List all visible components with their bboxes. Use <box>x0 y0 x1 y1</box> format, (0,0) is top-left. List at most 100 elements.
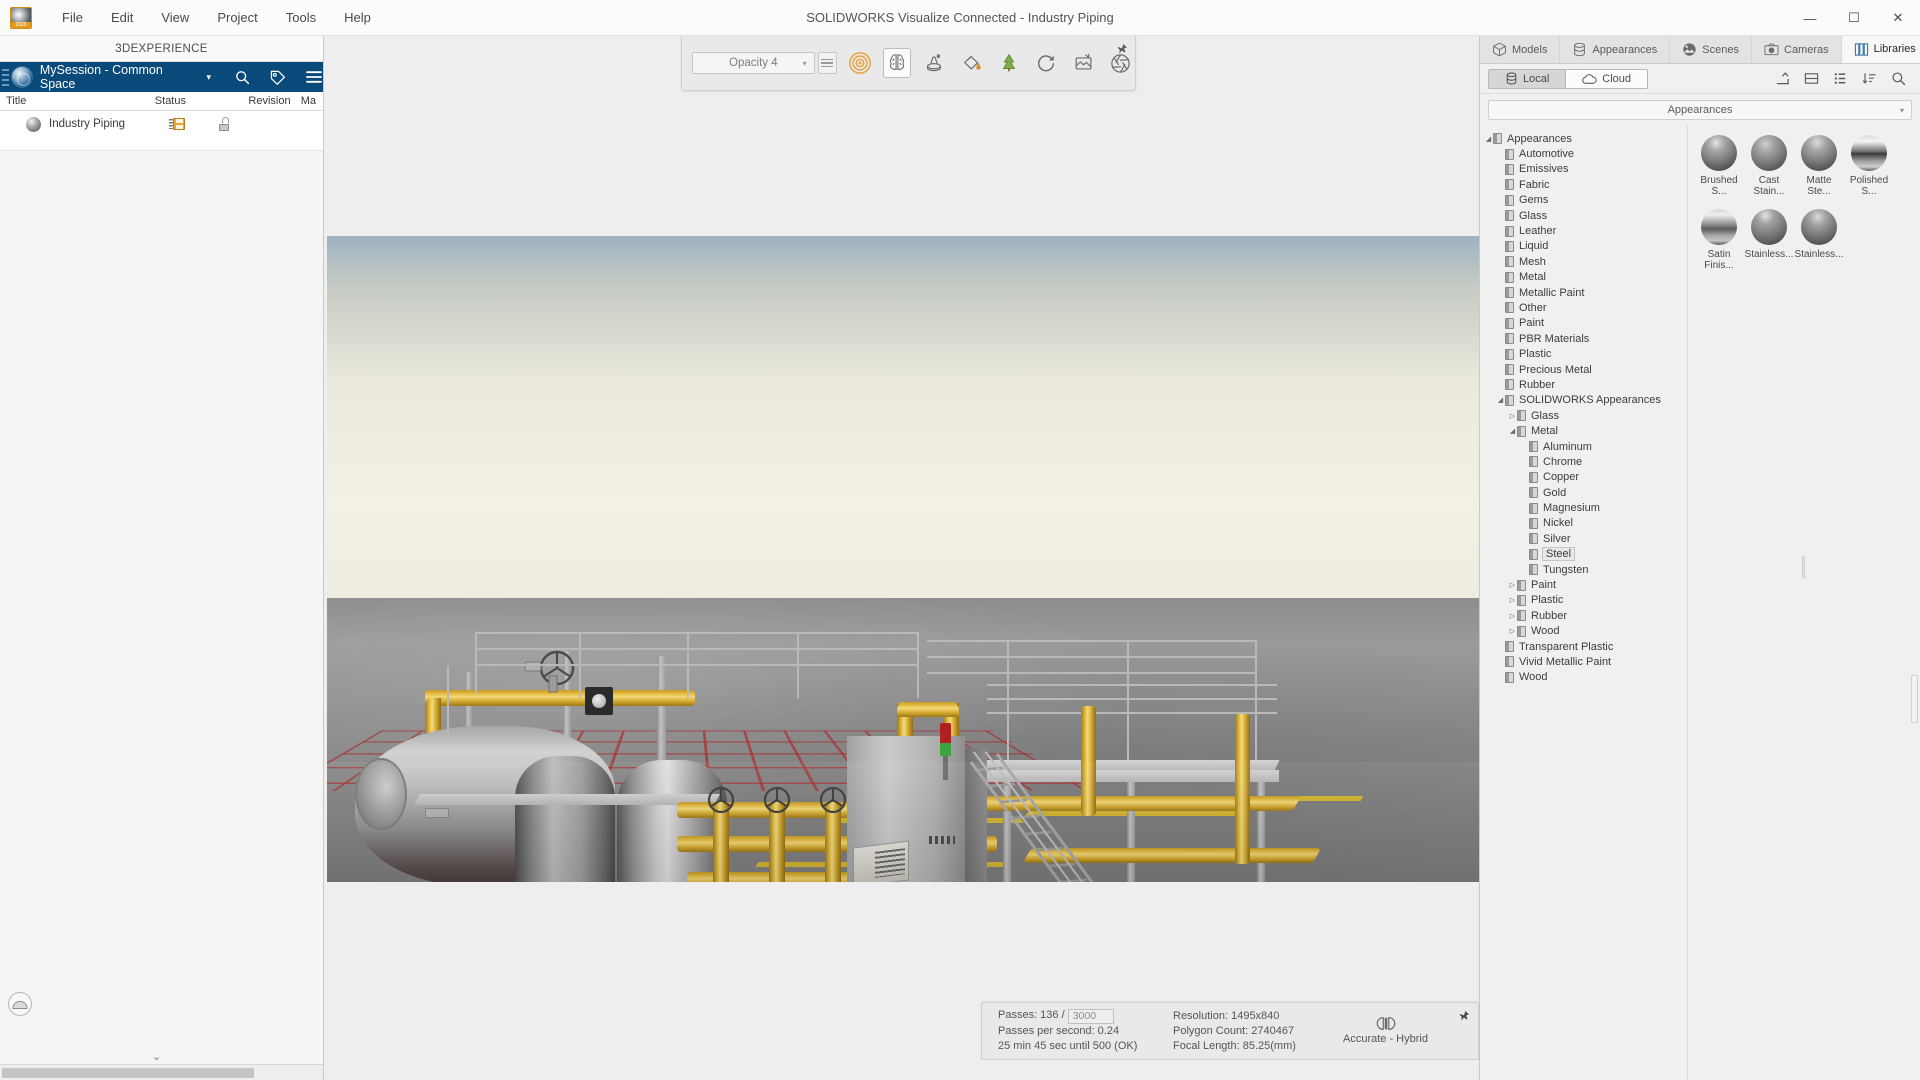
menu-edit[interactable]: Edit <box>97 4 147 31</box>
split-view-icon[interactable] <box>1804 71 1819 86</box>
chevron-down-icon[interactable]: ◢ <box>1496 396 1505 404</box>
material-thumbnail[interactable]: Satin Finis... <box>1694 209 1744 271</box>
material-thumbnail[interactable]: Cast Stain... <box>1744 135 1794 197</box>
chevron-right-icon[interactable]: ▷ <box>1508 581 1517 589</box>
tree-node-plastic[interactable]: Plastic <box>1480 346 1687 361</box>
tree-node-tungsten[interactable]: Tungsten <box>1480 562 1687 577</box>
render-viewport[interactable] <box>327 236 1479 882</box>
chevron-right-icon[interactable]: ▷ <box>1508 612 1517 620</box>
tree-node-plastic[interactable]: ▷ Plastic <box>1480 593 1687 608</box>
menu-help[interactable]: Help <box>330 4 385 31</box>
pin-icon[interactable] <box>1115 42 1129 56</box>
tree-node-leather[interactable]: Leather <box>1480 223 1687 238</box>
tree-node-rubber[interactable]: Rubber <box>1480 377 1687 392</box>
paint-bucket-icon[interactable] <box>958 48 986 78</box>
minimize-button[interactable]: — <box>1788 0 1832 36</box>
material-thumbnail[interactable]: Brushed S... <box>1694 135 1744 197</box>
tree-node-paint[interactable]: Paint <box>1480 316 1687 331</box>
panel-splitter-handle[interactable] <box>1802 556 1805 578</box>
maximize-button[interactable]: ☐ <box>1832 0 1876 36</box>
left-horizontal-scrollbar[interactable] <box>0 1064 323 1080</box>
opacity-dropdown[interactable]: Opacity 4 ▾ <box>692 52 815 74</box>
passes-total-input[interactable]: 3000 <box>1067 1009 1114 1024</box>
rotate-icon[interactable] <box>1032 48 1060 78</box>
column-maturity[interactable]: Ma <box>295 95 323 107</box>
search-icon[interactable] <box>1891 71 1906 86</box>
tree-node-nickel[interactable]: Nickel <box>1480 516 1687 531</box>
tree-node-metallic-paint[interactable]: Metallic Paint <box>1480 285 1687 300</box>
tree-node-emissives[interactable]: Emissives <box>1480 162 1687 177</box>
tab-models[interactable]: Models <box>1480 36 1561 63</box>
tree-node-wood[interactable]: Wood <box>1480 670 1687 685</box>
source-local-button[interactable]: Local <box>1489 69 1566 88</box>
tree-node-precious-metal[interactable]: Precious Metal <box>1480 362 1687 377</box>
chevron-right-icon[interactable]: ▷ <box>1508 627 1517 635</box>
menu-file[interactable]: File <box>48 4 97 31</box>
column-status[interactable]: Status <box>149 95 205 107</box>
table-row[interactable]: Industry Piping <box>0 111 323 137</box>
tag-icon[interactable] <box>269 68 287 86</box>
menu-view[interactable]: View <box>147 4 203 31</box>
list-view-icon[interactable] <box>817 52 837 74</box>
tree-node-paint[interactable]: ▷ Paint <box>1480 577 1687 592</box>
tree-node-liquid[interactable]: Liquid <box>1480 239 1687 254</box>
brain-icon[interactable] <box>882 48 912 78</box>
appearance-tree[interactable]: ◢ Appearances Automotive Emissives Fabric Gem… <box>1480 125 1688 1080</box>
tree-node-magnesium[interactable]: Magnesium <box>1480 500 1687 515</box>
tab-scenes[interactable]: Scenes <box>1670 36 1752 63</box>
tree-node-glass[interactable]: ▷ Glass <box>1480 408 1687 423</box>
camera-badge-icon[interactable] <box>8 992 32 1016</box>
target-rings-icon[interactable] <box>846 48 874 78</box>
status-render-mode[interactable]: Accurate - Hybrid <box>1323 1015 1448 1047</box>
material-grid[interactable]: Brushed S... Cast Stain... Matte Ste... Pol… <box>1694 135 1894 283</box>
session-chevron-down-icon[interactable]: ▾ <box>206 72 211 83</box>
search-icon[interactable] <box>233 68 251 86</box>
tree-node-vivid-metallic-paint[interactable]: Vivid Metallic Paint <box>1480 654 1687 669</box>
tree-node-wood[interactable]: ▷ Wood <box>1480 624 1687 639</box>
tree-node-gems[interactable]: Gems <box>1480 193 1687 208</box>
stamp-icon[interactable] <box>920 48 948 78</box>
tree-node-chrome[interactable]: Chrome <box>1480 454 1687 469</box>
chevron-right-icon[interactable]: ▷ <box>1508 596 1517 604</box>
export-image-icon[interactable] <box>1069 48 1097 78</box>
sort-icon[interactable] <box>1862 71 1877 86</box>
close-button[interactable]: ✕ <box>1876 0 1920 36</box>
tree-node-gold[interactable]: Gold <box>1480 485 1687 500</box>
tree-node-copper[interactable]: Copper <box>1480 470 1687 485</box>
session-grip-icon[interactable] <box>0 62 10 92</box>
grid-view-icon[interactable] <box>1833 71 1848 86</box>
scrollbar-thumb[interactable] <box>2 1068 254 1078</box>
tree-node-solidworks-appearances[interactable]: ◢ SOLIDWORKS Appearances <box>1480 393 1687 408</box>
category-dropdown[interactable]: Appearances ▾ <box>1488 100 1912 120</box>
material-thumbnail[interactable]: Stainless... <box>1744 209 1794 271</box>
column-revision[interactable]: Revision <box>242 95 294 107</box>
source-cloud-button[interactable]: Cloud <box>1565 69 1648 88</box>
tree-node-other[interactable]: Other <box>1480 300 1687 315</box>
material-thumbnail[interactable]: Polished S... <box>1844 135 1894 197</box>
tree-node-automotive[interactable]: Automotive <box>1480 146 1687 161</box>
chevron-down-icon[interactable]: ◢ <box>1508 427 1517 435</box>
pin-icon[interactable] <box>1458 1010 1470 1022</box>
material-thumbnail[interactable]: Matte Ste... <box>1794 135 1844 197</box>
tree-decal-icon[interactable] <box>995 48 1023 78</box>
tree-node-steel[interactable]: Steel <box>1480 547 1687 562</box>
material-thumbnail[interactable]: Stainless... <box>1794 209 1844 271</box>
tree-node-aluminum[interactable]: Aluminum <box>1480 439 1687 454</box>
tree-node-transparent-plastic[interactable]: Transparent Plastic <box>1480 639 1687 654</box>
menu-tools[interactable]: Tools <box>272 4 330 31</box>
menu-project[interactable]: Project <box>203 4 271 31</box>
chevron-right-icon[interactable]: ▷ <box>1508 412 1517 420</box>
tree-node-pbr-materials[interactable]: PBR Materials <box>1480 331 1687 346</box>
collapse-chevron-icon[interactable]: ⌄ <box>152 1050 161 1063</box>
tab-appearances[interactable]: Appearances <box>1560 36 1671 63</box>
import-arrow-icon[interactable] <box>1775 71 1790 86</box>
column-title[interactable]: Title <box>0 95 149 107</box>
tab-cameras[interactable]: Cameras <box>1752 36 1842 63</box>
tree-node-metal[interactable]: ◢ Metal <box>1480 423 1687 438</box>
library-vertical-scrollbar[interactable] <box>1911 675 1918 723</box>
tree-node-appearances[interactable]: ◢ Appearances <box>1480 131 1687 146</box>
tree-node-glass[interactable]: Glass <box>1480 208 1687 223</box>
tree-node-fabric[interactable]: Fabric <box>1480 177 1687 192</box>
hamburger-menu-icon[interactable] <box>305 68 323 86</box>
chevron-down-icon[interactable]: ◢ <box>1484 135 1493 143</box>
